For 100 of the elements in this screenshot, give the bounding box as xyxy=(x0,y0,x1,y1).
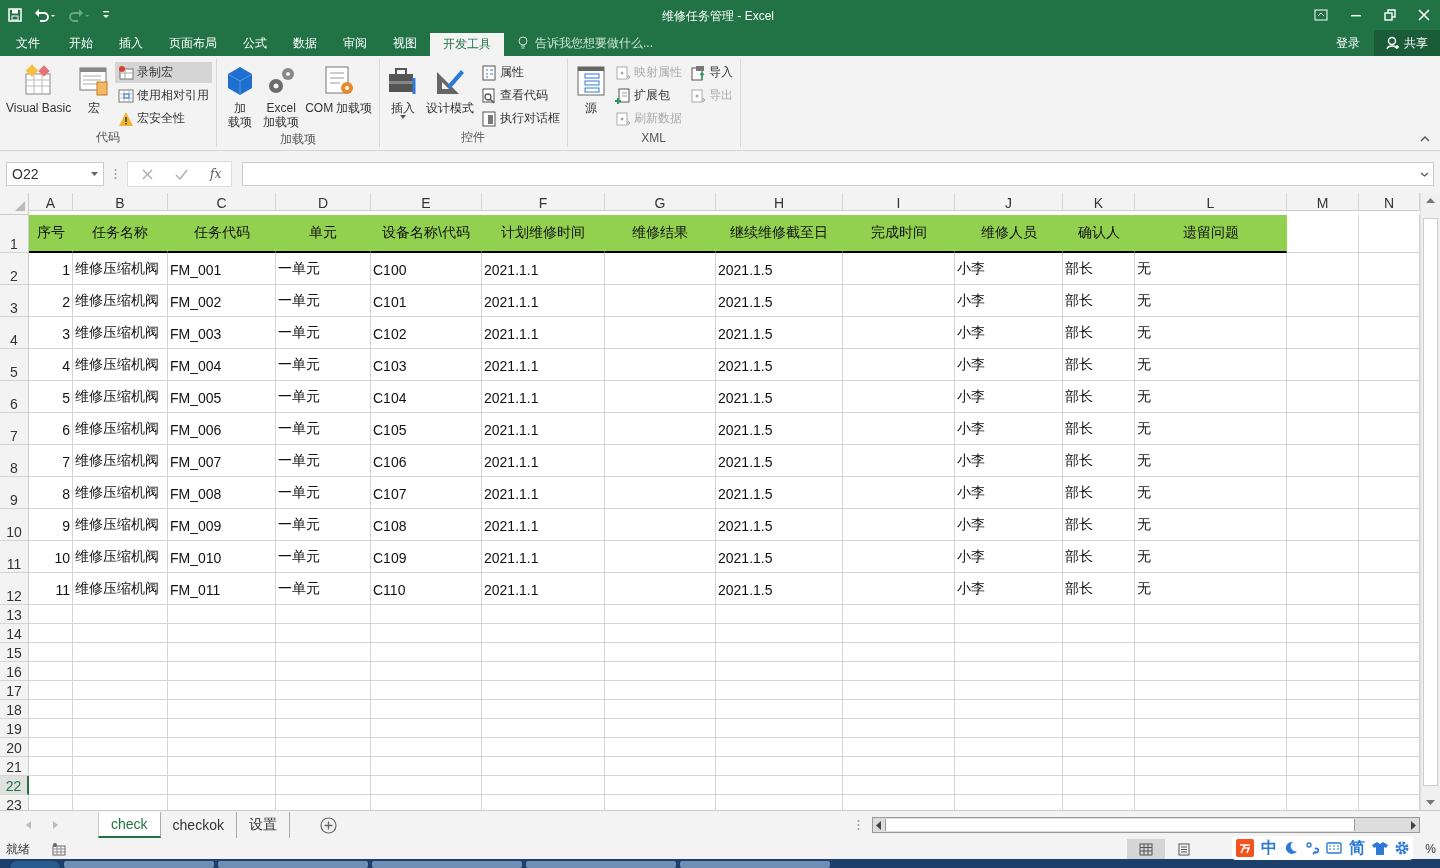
ribbon-button[interactable]: 属性 xyxy=(477,62,563,83)
formula-input[interactable] xyxy=(242,162,1434,186)
column-header[interactable]: C xyxy=(168,193,276,211)
punctuation-icon[interactable] xyxy=(1305,841,1319,855)
name-box[interactable]: O22 xyxy=(6,162,104,186)
input-mode-toggle[interactable]: 中 xyxy=(1261,837,1277,859)
sign-in-link[interactable]: 登录 xyxy=(1328,30,1368,56)
ribbon-display-icon[interactable] xyxy=(1314,9,1328,21)
column-header[interactable]: A xyxy=(29,193,73,211)
ribbon-button[interactable]: 宏 xyxy=(75,62,114,124)
ribbon-tab[interactable]: 开始 xyxy=(56,30,106,56)
enter-icon[interactable] xyxy=(175,168,188,180)
ribbon-tab[interactable]: 页面布局 xyxy=(156,30,230,56)
ribbon-tab[interactable]: 开发工具 xyxy=(430,33,504,56)
script-toggle[interactable]: 简 xyxy=(1349,837,1365,859)
sheet-tab[interactable]: check xyxy=(98,812,161,838)
row-header[interactable]: 6 xyxy=(0,381,29,413)
settings-icon[interactable] xyxy=(1395,841,1409,855)
row-header[interactable]: 16 xyxy=(0,662,29,681)
column-header[interactable]: D xyxy=(276,193,371,211)
row-header[interactable]: 3 xyxy=(0,285,29,317)
row-header[interactable]: 23 xyxy=(0,795,29,810)
ime-logo-icon[interactable] xyxy=(1236,839,1254,857)
row-header[interactable]: 5 xyxy=(0,349,29,381)
row-header[interactable]: 21 xyxy=(0,757,29,776)
ribbon-button[interactable]: 使用相对引用 xyxy=(115,85,213,106)
moon-icon[interactable] xyxy=(1284,841,1298,855)
ribbon-button[interactable]: 导入 xyxy=(686,62,736,83)
column-header[interactable]: L xyxy=(1135,193,1287,211)
ribbon-button[interactable]: Excel 加载项 xyxy=(261,62,302,131)
ribbon-button[interactable]: 宏安全性 xyxy=(115,108,213,129)
shirt-icon[interactable] xyxy=(1372,841,1388,855)
row-header[interactable]: 9 xyxy=(0,477,29,509)
vertical-scrollbar[interactable] xyxy=(1420,193,1440,810)
macro-recording-icon[interactable] xyxy=(52,842,66,856)
save-icon[interactable] xyxy=(8,8,22,22)
row-header[interactable]: 14 xyxy=(0,624,29,643)
sheet-tab[interactable]: 设置 xyxy=(236,812,290,838)
ribbon-button[interactable]: 插入 xyxy=(383,62,422,124)
keyboard-icon[interactable] xyxy=(1326,842,1342,854)
ribbon-button[interactable]: 扩展包 xyxy=(611,85,685,106)
ribbon-button[interactable]: 查看代码 xyxy=(477,85,563,106)
select-all-icon[interactable] xyxy=(15,201,25,211)
share-button[interactable]: 共享 xyxy=(1374,30,1440,56)
ribbon-button[interactable]: 设计模式 xyxy=(423,62,476,124)
column-header[interactable]: I xyxy=(843,193,955,211)
row-header[interactable]: 7 xyxy=(0,413,29,445)
column-header[interactable]: G xyxy=(605,193,716,211)
add-sheet-icon[interactable] xyxy=(319,816,337,834)
column-header[interactable]: F xyxy=(482,193,605,211)
scroll-left-icon[interactable] xyxy=(876,820,881,830)
row-header[interactable]: 10 xyxy=(0,509,29,541)
start-button[interactable] xyxy=(10,861,60,868)
scroll-thumb[interactable] xyxy=(885,819,1355,831)
row-header[interactable]: 1 xyxy=(0,215,29,253)
next-sheet-icon[interactable] xyxy=(53,821,58,829)
ribbon-button[interactable]: 执行对话框 xyxy=(477,108,563,129)
horizontal-scrollbar[interactable] xyxy=(872,817,1420,833)
undo-icon[interactable] xyxy=(34,8,56,22)
row-header[interactable]: 4 xyxy=(0,317,29,349)
scroll-down-icon[interactable] xyxy=(1426,800,1435,805)
splitter-icon[interactable] xyxy=(857,819,860,831)
ribbon-button[interactable]: 加 载项 xyxy=(221,62,260,131)
collapse-ribbon-icon[interactable] xyxy=(1420,135,1430,142)
ribbon-button[interactable]: COM 加载项 xyxy=(303,62,375,124)
ribbon-tab[interactable]: 审阅 xyxy=(330,30,380,56)
scroll-thumb[interactable] xyxy=(1423,217,1438,786)
scroll-up-icon[interactable] xyxy=(1426,198,1435,203)
row-header[interactable]: 20 xyxy=(0,738,29,757)
tell-me-field[interactable]: 告诉我您想要做什么... xyxy=(533,35,707,51)
column-header[interactable]: H xyxy=(716,193,843,211)
row-header[interactable]: 19 xyxy=(0,719,29,738)
row-header[interactable]: 15 xyxy=(0,643,29,662)
close-icon[interactable] xyxy=(1418,9,1430,21)
row-header[interactable]: 11 xyxy=(0,541,29,573)
column-header[interactable]: B xyxy=(73,193,168,211)
column-header[interactable]: N xyxy=(1359,193,1420,211)
row-header[interactable]: 8 xyxy=(0,445,29,477)
ribbon-button[interactable]: 源 xyxy=(571,62,610,124)
ribbon-button[interactable]: 录制宏 xyxy=(115,62,213,83)
scroll-right-icon[interactable] xyxy=(1411,820,1416,830)
row-header[interactable]: 18 xyxy=(0,700,29,719)
row-header[interactable]: 17 xyxy=(0,681,29,700)
row-header[interactable]: 12 xyxy=(0,573,29,605)
cancel-icon[interactable] xyxy=(142,168,153,180)
expand-icon[interactable] xyxy=(1420,171,1429,177)
ribbon-tab[interactable]: 视图 xyxy=(380,30,430,56)
previous-sheet-icon[interactable] xyxy=(26,821,31,829)
ribbon-tab[interactable]: 数据 xyxy=(280,30,330,56)
normal-view-button[interactable] xyxy=(1127,839,1166,859)
row-header[interactable]: 2 xyxy=(0,253,29,285)
sheet-tab[interactable]: checkok xyxy=(160,812,237,838)
column-header[interactable]: E xyxy=(371,193,482,211)
column-header[interactable]: J xyxy=(955,193,1063,211)
ribbon-button[interactable]: Visual Basic xyxy=(4,62,74,124)
row-header[interactable]: 22 xyxy=(0,776,29,795)
column-header[interactable]: K xyxy=(1063,193,1135,211)
column-header[interactable]: M xyxy=(1287,193,1359,211)
ribbon-tab[interactable]: 插入 xyxy=(106,30,156,56)
customize-icon[interactable] xyxy=(102,10,110,20)
